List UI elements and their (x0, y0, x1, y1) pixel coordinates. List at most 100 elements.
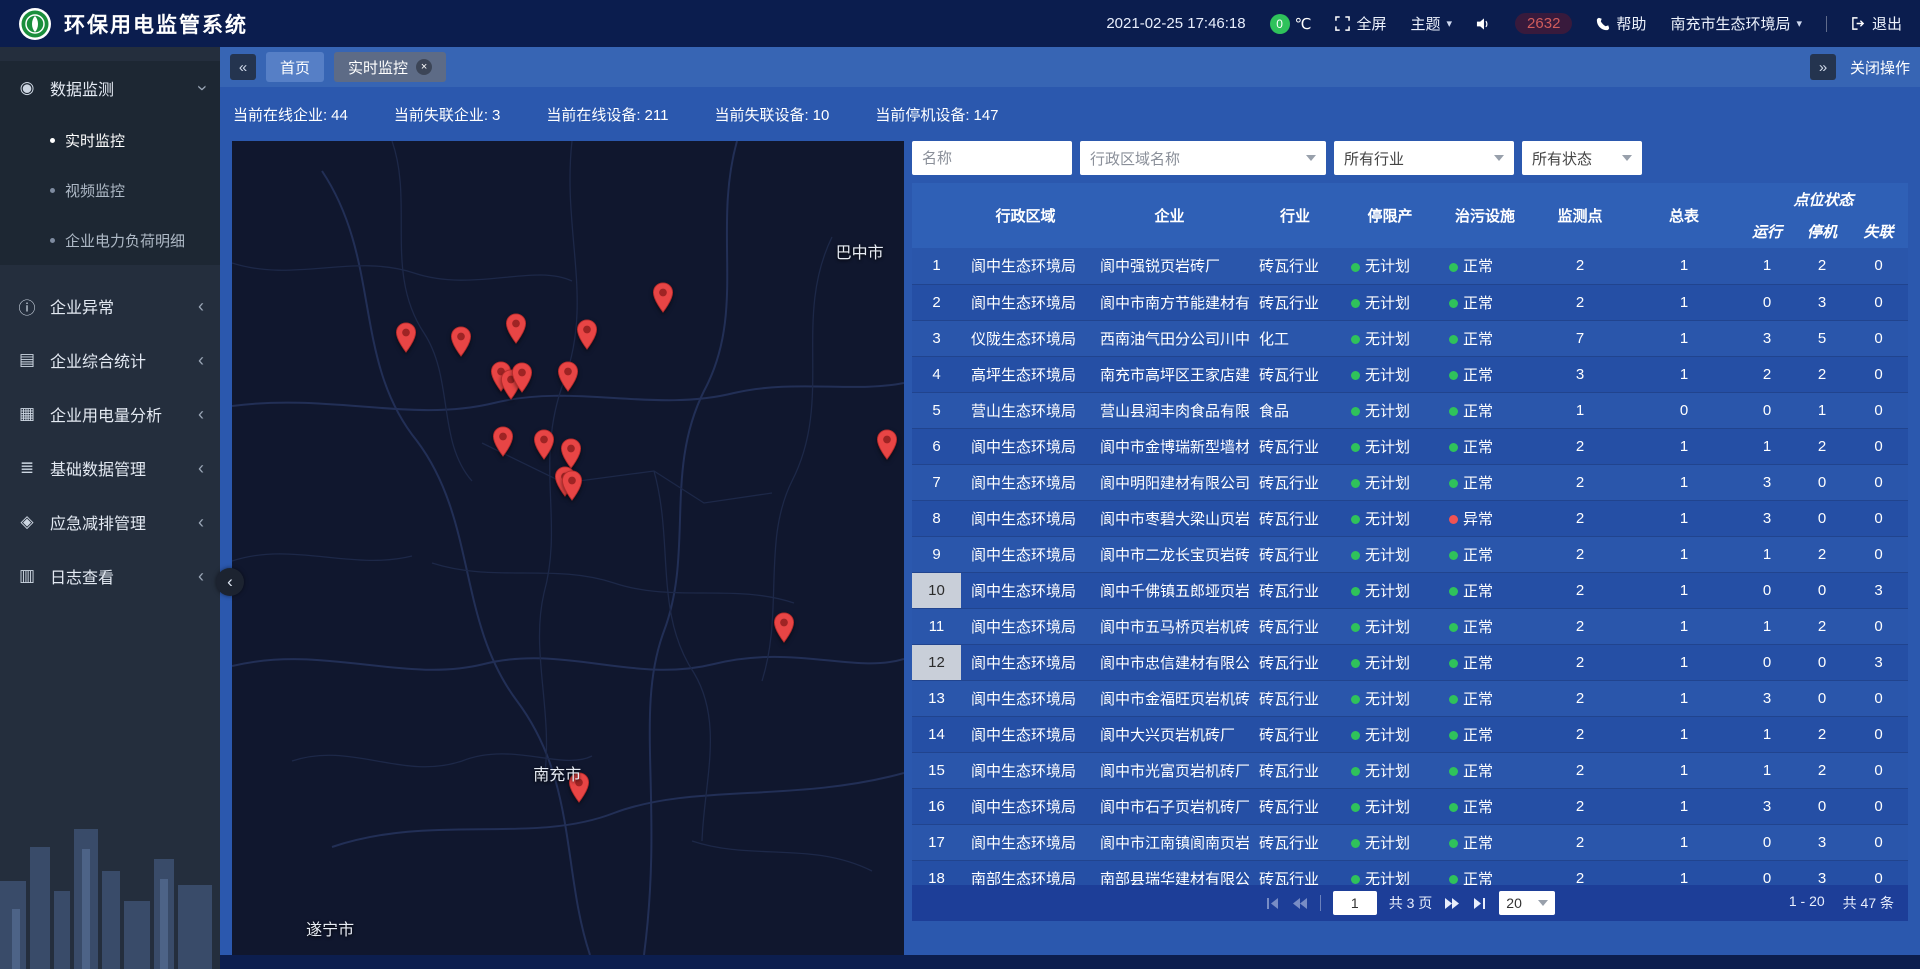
map-pin-icon[interactable] (652, 282, 674, 318)
help-button[interactable]: 帮助 (1596, 13, 1646, 34)
cell-facility: 正常 (1439, 608, 1531, 644)
tab-scroll-right-button[interactable]: » (1810, 54, 1836, 80)
cell-stopped: 0 (1795, 464, 1849, 500)
theme-menu[interactable]: 主题 ▾ (1411, 13, 1453, 34)
table-row[interactable]: 4高坪生态环境局南充市高坪区王家店建砖瓦行业无计划正常31220 (912, 356, 1908, 392)
cell-points: 2 (1531, 608, 1629, 644)
map-pin-icon[interactable] (505, 313, 527, 349)
map-pin-icon[interactable] (533, 429, 555, 465)
last-page-button[interactable] (1472, 897, 1487, 910)
tab-bar: « 首页 实时监控 × » 关闭操作 (220, 47, 1920, 87)
status-filter-select[interactable]: 所有状态 (1522, 141, 1642, 175)
sidebar-item-emergency-reduction[interactable]: ◈应急减排管理‹ (0, 495, 220, 549)
region-filter-select[interactable]: 行政区域名称 (1080, 141, 1326, 175)
sidebar-item-data-monitoring[interactable]: ◉数据监测‹ (0, 61, 220, 115)
sidebar-item-video-monitor[interactable]: 视频监控 (0, 165, 220, 215)
cell-region: 阆中生态环境局 (961, 284, 1090, 320)
status-dot-icon (1351, 767, 1360, 776)
table-row[interactable]: 1阆中生态环境局阆中强锐页岩砖厂砖瓦行业无计划正常21120 (912, 248, 1908, 284)
cell-limit: 无计划 (1341, 248, 1439, 284)
map-city-label: 巴中市 (836, 239, 884, 263)
table-row[interactable]: 10阆中生态环境局阆中千佛镇五郎垭页岩砖瓦行业无计划正常21003 (912, 572, 1908, 608)
table-row[interactable]: 8阆中生态环境局阆中市枣碧大梁山页岩砖瓦行业无计划异常21300 (912, 500, 1908, 536)
notification-count[interactable]: 2632 (1515, 13, 1572, 34)
map-pin-icon[interactable] (773, 612, 795, 648)
map-pin-icon[interactable] (876, 429, 898, 465)
table-row[interactable]: 15阆中生态环境局阆中市光富页岩机砖厂砖瓦行业无计划正常21120 (912, 752, 1908, 788)
stats-bar: 当前在线企业:44当前失联企业:3当前在线设备:211当前失联设备:10当前停机… (220, 87, 1920, 141)
row-index: 14 (912, 716, 961, 752)
map-pin-icon[interactable] (576, 319, 598, 355)
map-pin-icon[interactable] (450, 326, 472, 362)
cell-industry: 砖瓦行业 (1249, 572, 1341, 608)
table-row[interactable]: 17阆中生态环境局阆中市江南镇阆南页岩砖瓦行业无计划正常21030 (912, 824, 1908, 860)
table-row[interactable]: 3仪陇生态环境局西南油气田分公司川中化工无计划正常71350 (912, 320, 1908, 356)
table-row[interactable]: 7阆中生态环境局阆中明阳建材有限公司砖瓦行业无计划正常21300 (912, 464, 1908, 500)
tab-realtime-monitor[interactable]: 实时监控 × (334, 52, 446, 82)
close-tab-icon[interactable]: × (416, 59, 432, 75)
fullscreen-button[interactable]: 全屏 (1335, 13, 1386, 34)
sidebar-item-enterprise-stats[interactable]: ▤企业综合统计‹ (0, 333, 220, 387)
tab-home[interactable]: 首页 (266, 52, 324, 82)
next-page-button[interactable] (1444, 897, 1460, 910)
first-page-button[interactable] (1265, 897, 1280, 910)
table-row[interactable]: 12阆中生态环境局阆中市忠信建材有限公砖瓦行业无计划正常21003 (912, 644, 1908, 680)
table-row[interactable]: 5营山生态环境局营山县润丰肉食品有限食品无计划正常10010 (912, 392, 1908, 428)
map-pin-icon[interactable] (561, 470, 583, 506)
cell-facility: 正常 (1439, 248, 1531, 284)
sidebar-item-base-data[interactable]: ≣基础数据管理‹ (0, 441, 220, 495)
table-row[interactable]: 16阆中生态环境局阆中市石子页岩机砖厂砖瓦行业无计划正常21300 (912, 788, 1908, 824)
table-row[interactable]: 2阆中生态环境局阆中市南方节能建材有砖瓦行业无计划正常21030 (912, 284, 1908, 320)
header-actions: 2021-02-25 17:46:18 0 ℃ 全屏 主题 ▾ (1106, 13, 1902, 34)
cell-company: 营山县润丰肉食品有限 (1090, 392, 1249, 428)
cell-limit: 无计划 (1341, 536, 1439, 572)
cell-meters: 1 (1629, 500, 1739, 536)
cell-region: 阆中生态环境局 (961, 644, 1090, 680)
map-pin-icon[interactable] (557, 361, 579, 397)
tab-scroll-left-button[interactable]: « (230, 54, 256, 80)
app-title: 环保用电监管系统 (64, 9, 248, 39)
header-divider (1826, 16, 1827, 32)
row-index: 13 (912, 680, 961, 716)
map-pin-icon[interactable] (511, 362, 533, 398)
sidebar-item-power-load-detail[interactable]: 企业电力负荷明细 (0, 215, 220, 265)
total-label: 共 47 条 (1843, 893, 1894, 913)
cell-region: 阆中生态环境局 (961, 608, 1090, 644)
sidebar-item-log-view[interactable]: ▥日志查看‹ (0, 549, 220, 603)
prev-page-button[interactable] (1292, 897, 1308, 910)
map-panel[interactable]: 巴中市南充市遂宁市 (232, 141, 904, 955)
status-dot-icon (1351, 299, 1360, 308)
map-pin-icon[interactable] (492, 426, 514, 462)
cell-region: 阆中生态环境局 (961, 716, 1090, 752)
row-index: 5 (912, 392, 961, 428)
sound-button[interactable] (1476, 17, 1491, 31)
cell-points: 2 (1531, 536, 1629, 572)
table-row[interactable]: 13阆中生态环境局阆中市金福旺页岩机砖砖瓦行业无计划正常21300 (912, 680, 1908, 716)
organization-menu[interactable]: 南充市生态环境局 ▾ (1670, 13, 1802, 34)
sidebar-item-enterprise-abnormal[interactable]: ⓘ企业异常‹ (0, 279, 220, 333)
sidebar-item-power-usage-analysis[interactable]: ▦企业用电量分析‹ (0, 387, 220, 441)
sidebar-item-realtime-monitor[interactable]: 实时监控 (0, 115, 220, 165)
map-pin-icon[interactable] (395, 322, 417, 358)
name-filter-input[interactable] (912, 141, 1072, 175)
table-row[interactable]: 6阆中生态环境局阆中市金博瑞新型墙材砖瓦行业无计划正常21120 (912, 428, 1908, 464)
table-row[interactable]: 18南部生态环境局南部县瑞华建材有限公砖瓦行业无计划正常21030 (912, 860, 1908, 885)
table-row[interactable]: 9阆中生态环境局阆中市二龙长宝页岩砖砖瓦行业无计划正常21120 (912, 536, 1908, 572)
cell-company: 阆中千佛镇五郎垭页岩 (1090, 572, 1249, 608)
cell-industry: 化工 (1249, 320, 1341, 356)
close-operations-menu[interactable]: 关闭操作 (1850, 57, 1910, 78)
cell-industry: 砖瓦行业 (1249, 860, 1341, 885)
page-input[interactable] (1333, 891, 1377, 915)
status-dot-icon (1351, 515, 1360, 524)
page-size-select[interactable]: 20 (1499, 891, 1555, 915)
cell-points: 2 (1531, 860, 1629, 885)
status-dot-icon (1449, 623, 1458, 632)
table-row[interactable]: 11阆中生态环境局阆中市五马桥页岩机砖砖瓦行业无计划正常21120 (912, 608, 1908, 644)
logout-button[interactable]: 退出 (1851, 13, 1902, 34)
sidebar-collapse-button[interactable]: ‹ (216, 568, 244, 596)
col-region: 行政区域 (961, 183, 1090, 248)
cell-disconnected: 0 (1849, 284, 1908, 320)
table-row[interactable]: 14阆中生态环境局阆中大兴页岩机砖厂砖瓦行业无计划正常21120 (912, 716, 1908, 752)
industry-filter-select[interactable]: 所有行业 (1334, 141, 1514, 175)
cell-disconnected: 0 (1849, 680, 1908, 716)
